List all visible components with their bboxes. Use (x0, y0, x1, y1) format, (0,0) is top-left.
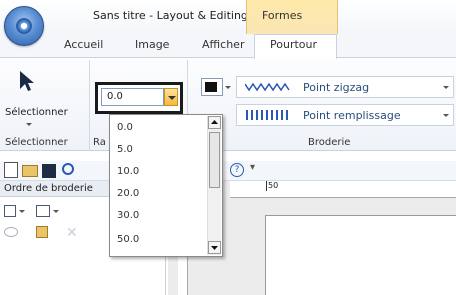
select-dropdown-arrow-icon (25, 120, 35, 130)
dropdown-option[interactable]: 10.0 (117, 166, 139, 177)
fill-stitch-icon (246, 110, 288, 120)
stitch-type-select-2[interactable]: Point remplissage (236, 104, 454, 126)
ruler-tick-50 (266, 181, 267, 191)
dropdown-option[interactable]: 0.0 (117, 122, 133, 133)
save-icon[interactable] (42, 164, 56, 178)
scroll-thumb[interactable] (209, 132, 220, 188)
ruler-label-50: 50 (268, 181, 279, 190)
scroll-down-arrow-icon (211, 246, 218, 250)
group-label-selectionner: Sélectionner (5, 137, 68, 148)
pointer-arrow-icon (20, 71, 34, 91)
lock-icon[interactable] (36, 226, 48, 238)
select-all-icon[interactable] (4, 205, 16, 217)
app-logo-icon (16, 18, 32, 34)
panel-title: Ordre de broderie (4, 183, 93, 194)
group-label-broderie: Broderie (308, 137, 351, 148)
line-color-button[interactable] (201, 78, 223, 96)
window-title: Sans titre - Layout & Editing (93, 9, 248, 22)
new-file-icon[interactable] (4, 162, 18, 178)
tab-pourtour[interactable]: Pourtour (270, 38, 317, 51)
group-objects-icon[interactable] (36, 205, 50, 217)
customize-toolbar-icon[interactable]: ▾ (250, 162, 255, 173)
stitch-type-1-label: Point zigzag (303, 81, 370, 94)
select-all-dropdown-icon[interactable] (18, 207, 28, 217)
width-combo[interactable]: 0.0 (101, 88, 164, 106)
scroll-down-button[interactable] (208, 241, 221, 254)
zoom-icon[interactable] (62, 163, 74, 175)
line-color-swatch (205, 82, 217, 92)
stitch-type-select-1[interactable]: Point zigzag (236, 76, 454, 98)
width-combo-highlight: 0.0 (95, 82, 183, 114)
dropdown-option[interactable]: 20.0 (117, 188, 139, 199)
line-color-dropdown-icon[interactable] (224, 83, 234, 93)
tab-afficher[interactable]: Afficher (202, 38, 244, 51)
horizontal-ruler (230, 181, 456, 198)
dropdown-scrollbar[interactable] (207, 116, 221, 255)
application-menu-button[interactable] (4, 6, 44, 46)
width-combo-value: 0.0 (107, 91, 123, 102)
dropdown-option[interactable]: 50.0 (117, 234, 139, 245)
width-dropdown-list[interactable]: 0.0 5.0 10.0 20.0 30.0 50.0 (109, 114, 223, 257)
open-folder-icon[interactable] (22, 165, 38, 177)
dropdown-option[interactable]: 5.0 (117, 144, 133, 155)
tab-image[interactable]: Image (135, 38, 169, 51)
select-button[interactable]: Sélectionner (5, 65, 89, 133)
group-label-ra: Ra (93, 137, 106, 148)
context-tab-group-label: Formes (262, 9, 303, 22)
dropdown-option[interactable]: 30.0 (117, 210, 139, 221)
width-combo-arrow-icon[interactable] (164, 88, 178, 106)
zigzag-stitch-icon (245, 82, 290, 92)
help-icon[interactable]: ? (230, 163, 244, 177)
stitch-type-2-dropdown-icon (442, 111, 452, 121)
visibility-eye-icon[interactable] (4, 227, 18, 237)
delete-icon[interactable]: ✕ (66, 225, 78, 241)
stitch-type-2-label: Point remplissage (303, 109, 401, 122)
tab-accueil[interactable]: Accueil (64, 38, 103, 51)
scroll-up-button[interactable] (208, 116, 221, 129)
scroll-up-arrow-icon (211, 120, 218, 124)
select-button-label: Sélectionner (5, 107, 68, 118)
hoop-sheet[interactable] (265, 215, 456, 295)
stitch-type-1-dropdown-icon (442, 83, 452, 93)
group-objects-dropdown-icon[interactable] (52, 207, 62, 217)
